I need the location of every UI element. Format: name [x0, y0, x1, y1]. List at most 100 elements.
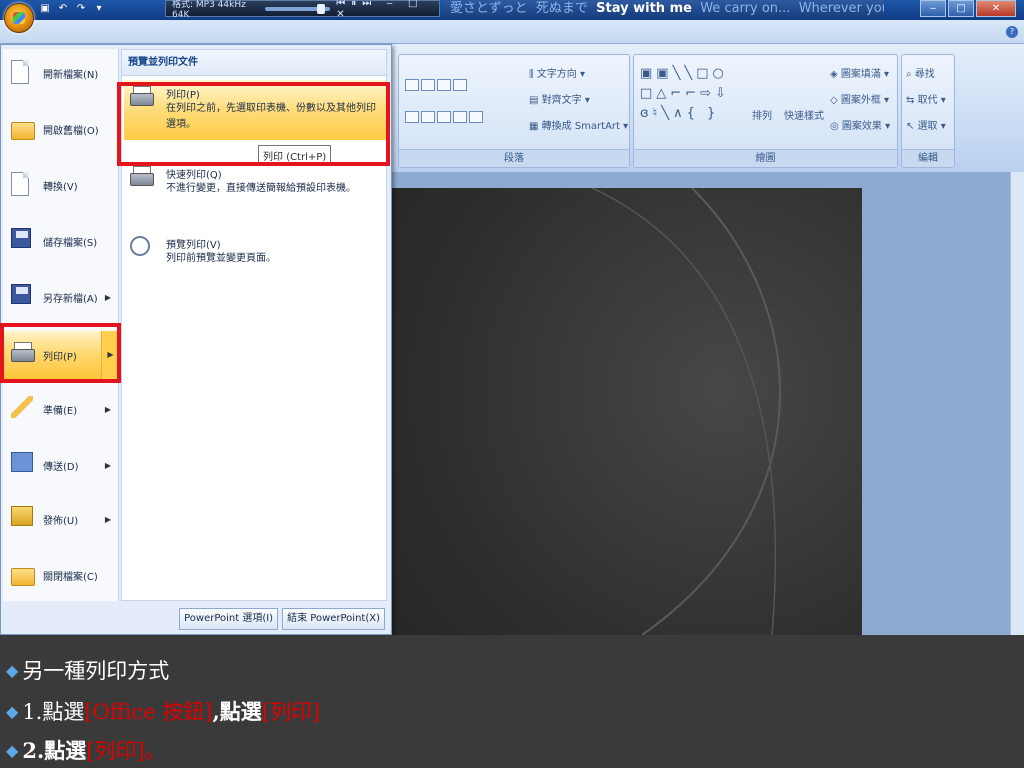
caption-line-3-suffix: 。 [144, 739, 166, 763]
select-button[interactable]: ↖ 選取 ▾ [906, 117, 946, 132]
menu-publish-label: 發佈(U) [43, 515, 79, 527]
menu-convert[interactable]: 轉換(V) [3, 161, 119, 209]
submenu-print-preview-desc: 列印前預覽並變更頁面。 [166, 253, 276, 264]
player-format: 格式: MP3 44kHz 64K [172, 0, 246, 20]
powerpoint-window: ▣ ↶ ↷ ▾ 格式: MP3 44kHz 64K ⏮⏸⏭ ‒ □ ✕ 愛さとず… [0, 0, 1024, 635]
chevron-right-icon: ▶ [104, 460, 111, 470]
submenu-quick-print[interactable]: 快速列印(Q) 不進行變更，直接傳送簡報給預設印表機。 [124, 160, 386, 220]
minimize-button[interactable]: ‒ [920, 0, 946, 17]
diamond-bullet-icon: ◆ [6, 661, 19, 680]
media-player-bar: 格式: MP3 44kHz 64K ⏮⏸⏭ ‒ □ ✕ [165, 0, 440, 20]
quick-access-toolbar: ▣ ↶ ↷ ▾ [38, 2, 106, 16]
chevron-right-icon: ▶ [104, 292, 111, 302]
instruction-caption: ◆ 另一種列印方式 ◆ 1.點選[Office 按鈕],點選[列印] ◆ 2.點選[列… [0, 635, 1024, 768]
close-button[interactable]: ✕ [976, 0, 1016, 17]
highlight-submenu-print [117, 82, 390, 166]
open-folder-icon [11, 122, 35, 140]
menu-close[interactable]: 關閉檔案(C) [3, 551, 119, 599]
shape-effects-button[interactable]: ◎ 圖案效果 ▾ [830, 117, 890, 132]
office-menu-footer: PowerPoint 選項(I) 結束 PowerPoint(X) [179, 608, 385, 630]
arrange-button[interactable]: 排列 [752, 107, 772, 122]
diamond-bullet-icon: ◆ [6, 741, 19, 760]
menu-save-label: 儲存檔案(S) [43, 237, 98, 249]
menu-save-as-label: 另存新檔(A) [43, 293, 98, 305]
chevron-right-icon: ▶ [104, 514, 111, 524]
submenu-print-preview-title: 預覽列印(V) [166, 240, 221, 251]
window-controls: ‒ □ ✕ [920, 0, 1016, 17]
maximize-button[interactable]: □ [948, 0, 974, 17]
shape-outline-button[interactable]: ◇ 圖案外框 ▾ [830, 91, 889, 106]
text-direction-button[interactable]: ⫼ 文字方向 ▾ [529, 65, 585, 80]
shape-outline-label: 圖案外框 [840, 95, 881, 106]
caption-line-2: ◆ 1.點選[Office 按鈕],點選[列印] [6, 696, 320, 726]
chevron-right-icon: ▶ [104, 404, 111, 414]
shape-fill-button[interactable]: ◈ 圖案填滿 ▾ [830, 65, 889, 80]
powerpoint-options-button[interactable]: PowerPoint 選項(I) [179, 608, 279, 630]
caption-line-1: ◆ 另一種列印方式 [6, 655, 169, 685]
slide-canvas[interactable] [392, 188, 862, 635]
smartart-button[interactable]: ▦ 轉換成 SmartArt ▾ [529, 117, 628, 132]
new-document-icon [11, 60, 29, 84]
caption-line-3: ◆ 2.點選[列印]。 [6, 735, 166, 765]
ribbon-tab-strip [0, 20, 1024, 44]
menu-prepare[interactable]: 準備(E) ▶ [3, 385, 119, 433]
menu-open-label: 開啟舊檔(O) [43, 125, 99, 137]
menu-send[interactable]: 傳送(D) ▶ [3, 441, 119, 489]
bullets-button[interactable] [405, 79, 469, 91]
diamond-bullet-icon: ◆ [6, 702, 19, 721]
submenu-quick-print-desc: 不進行變更，直接傳送簡報給預設印表機。 [166, 183, 356, 194]
menu-close-label: 關閉檔案(C) [43, 571, 98, 583]
publish-icon [11, 506, 33, 526]
menu-new[interactable]: 開新檔案(N) [3, 49, 119, 97]
caption-line-2-highlight-1: [Office 按鈕] [84, 700, 213, 724]
caption-line-2-highlight-2: [列印] [261, 700, 321, 724]
help-icon[interactable]: ? [1006, 26, 1018, 38]
slide-arc-decoration [591, 188, 781, 635]
find-button[interactable]: ⌕ 尋找 [906, 65, 935, 80]
smartart-label: 轉換成 SmartArt [541, 121, 620, 132]
align-buttons[interactable] [405, 111, 485, 123]
save-icon[interactable]: ▣ [38, 2, 52, 16]
office-button[interactable] [4, 3, 34, 33]
player-controls-icon[interactable]: ⏮⏸⏭ ‒ □ ✕ [336, 0, 439, 20]
select-label: 選取 [917, 121, 938, 132]
submenu-print-preview[interactable]: 預覽列印(V) 列印前預覽並變更頁面。 [124, 230, 386, 290]
vertical-scrollbar[interactable] [1010, 172, 1024, 635]
caption-line-3-highlight: [列印] [86, 739, 145, 763]
align-text-label: 對齊文字 [541, 95, 582, 106]
title-bar: ▣ ↶ ↷ ▾ 格式: MP3 44kHz 64K ⏮⏸⏭ ‒ □ ✕ 愛さとず… [0, 0, 1024, 20]
prepare-icon [11, 396, 33, 418]
replace-button[interactable]: ⇆ 取代 ▾ [906, 91, 946, 106]
caption-line-2-prefix: 1.點選 [22, 700, 85, 724]
print-submenu-title: 預覽並列印文件 [122, 50, 386, 76]
paragraph-group-label: 段落 [399, 149, 629, 167]
caption-line-1-text: 另一種列印方式 [22, 659, 170, 683]
quick-styles-button[interactable]: 快速樣式 [784, 107, 824, 122]
highlight-menu-print [0, 323, 121, 383]
editing-group: ⌕ 尋找 ⇆ 取代 ▾ ↖ 選取 ▾ 編輯 [901, 54, 955, 168]
customize-qat-icon[interactable]: ▾ [92, 2, 106, 16]
menu-save-as[interactable]: 另存新檔(A) ▶ [3, 273, 119, 321]
lyric-part4: We carry on... [700, 1, 791, 16]
lyric-part1: 愛さとずっと [450, 1, 528, 16]
drawing-group-label: 繪圖 [634, 149, 897, 167]
undo-icon[interactable]: ↶ [56, 2, 70, 16]
send-icon [11, 452, 33, 472]
exit-powerpoint-button[interactable]: 結束 PowerPoint(X) [282, 608, 385, 630]
menu-publish[interactable]: 發佈(U) ▶ [3, 495, 119, 543]
paragraph-group: ⫼ 文字方向 ▾ ▤ 對齊文字 ▾ ▦ 轉換成 SmartArt ▾ 段落 [398, 54, 630, 168]
menu-prepare-label: 準備(E) [43, 405, 78, 417]
menu-convert-label: 轉換(V) [43, 181, 78, 193]
lyric-part3: Stay with me [596, 1, 692, 16]
shapes-gallery[interactable]: ▣▣╲╲□○ □△⌐⌐⇨⇩ ɞ♮╲∧{ } [640, 64, 730, 124]
menu-save[interactable]: 儲存檔案(S) [3, 217, 119, 265]
redo-icon[interactable]: ↷ [74, 2, 88, 16]
align-text-button[interactable]: ▤ 對齊文字 ▾ [529, 91, 590, 106]
lyrics-marquee: 愛さとずっと 死ぬまで Stay with me We carry on... … [444, 0, 884, 18]
save-as-icon [11, 284, 31, 304]
menu-open[interactable]: 開啟舊檔(O) [3, 105, 119, 153]
caption-line-2-mid: ,點選 [212, 699, 262, 724]
shape-effects-label: 圖案效果 [841, 121, 882, 132]
editing-group-label: 編輯 [902, 149, 954, 167]
player-seek-slider[interactable] [265, 3, 331, 14]
